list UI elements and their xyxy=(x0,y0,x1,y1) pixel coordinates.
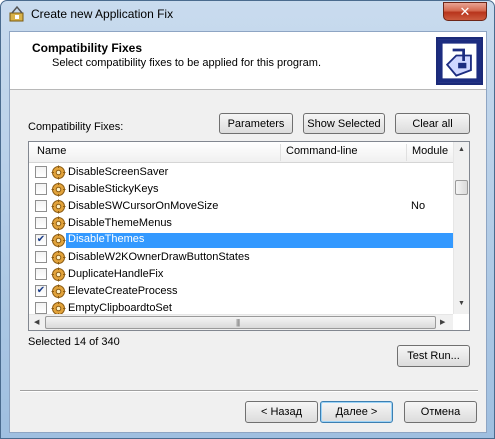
fix-name: ElevateCreateProcess xyxy=(68,285,178,297)
list-item[interactable]: DisableThemeMenus xyxy=(29,215,453,232)
page-subtitle: Select compatibility fixes to be applied… xyxy=(52,57,322,69)
list-item[interactable]: ✔ DisableThemes xyxy=(29,232,453,249)
compatibility-wizard-icon xyxy=(436,37,483,85)
page-title: Compatibility Fixes xyxy=(32,41,143,55)
grip-icon: ||| xyxy=(236,318,240,327)
list-item[interactable]: DuplicateHandleFix xyxy=(29,266,453,283)
fix-name: DuplicateHandleFix xyxy=(68,268,164,280)
gear-icon xyxy=(51,284,66,299)
vertical-scroll-thumb[interactable] xyxy=(455,180,468,195)
fix-checkbox[interactable] xyxy=(35,217,47,229)
parameters-button[interactable]: Parameters xyxy=(219,113,293,134)
list-item[interactable]: DisableScreenSaver xyxy=(29,164,453,181)
column-module[interactable]: Module xyxy=(412,145,448,157)
fix-name: DisableStickyKeys xyxy=(68,183,159,195)
window-title: Create new Application Fix xyxy=(31,7,174,21)
selection-count: Selected 14 of 340 xyxy=(28,336,120,348)
horizontal-scrollbar[interactable]: ◀ ||| ▶ xyxy=(29,314,453,330)
gear-icon xyxy=(51,267,66,282)
next-button[interactable]: Далее > xyxy=(320,401,393,423)
gear-icon xyxy=(51,216,66,231)
compatibility-fixes-label: Compatibility Fixes: xyxy=(28,121,124,133)
list-item[interactable]: DisableStickyKeys xyxy=(29,181,453,198)
close-button[interactable]: ✕ xyxy=(443,2,487,21)
gear-icon xyxy=(51,233,66,248)
fix-checkbox[interactable] xyxy=(35,251,47,263)
wizard-body: Compatibility Fixes Select compatibility… xyxy=(9,31,487,433)
back-button[interactable]: < Назад xyxy=(245,401,318,423)
fix-name: DisableScreenSaver xyxy=(68,166,169,178)
column-command-line[interactable]: Command-line xyxy=(286,145,358,157)
fixes-list[interactable]: Name Command-line Module DisableScreenSa… xyxy=(28,141,470,331)
scroll-right-icon[interactable]: ▶ xyxy=(440,318,445,326)
list-item[interactable]: DisableSWCursorOnMoveSize No xyxy=(29,198,453,215)
scroll-up-icon[interactable]: ▲ xyxy=(458,146,465,153)
fix-checkbox[interactable] xyxy=(35,268,47,280)
column-name[interactable]: Name xyxy=(37,145,66,157)
fix-checkbox[interactable] xyxy=(35,200,47,212)
dialog-window: Create new Application Fix ✕ Compatibili… xyxy=(0,0,495,439)
fix-module: No xyxy=(411,200,426,212)
cancel-button[interactable]: Отмена xyxy=(404,401,477,423)
horizontal-scroll-thumb[interactable]: ||| xyxy=(45,316,436,329)
fix-checkbox[interactable] xyxy=(35,183,47,195)
scroll-left-icon[interactable]: ◀ xyxy=(34,318,39,326)
gear-icon xyxy=(51,182,66,197)
list-item[interactable]: ✔ ElevateCreateProcess xyxy=(29,283,453,300)
fix-checkbox[interactable]: ✔ xyxy=(35,285,47,297)
fix-checkbox[interactable] xyxy=(35,166,47,178)
close-icon: ✕ xyxy=(459,3,471,19)
app-fix-icon xyxy=(9,5,24,22)
title-bar[interactable]: Create new Application Fix ✕ xyxy=(1,1,494,29)
gear-icon xyxy=(51,250,66,265)
test-run-button[interactable]: Test Run... xyxy=(397,345,470,367)
show-selected-button[interactable]: Show Selected xyxy=(303,113,385,134)
fix-checkbox[interactable] xyxy=(35,302,47,314)
gear-icon xyxy=(51,199,66,214)
fix-name: DisableThemes xyxy=(66,233,453,248)
list-header: Name Command-line Module xyxy=(29,142,453,163)
fix-name: DisableW2KOwnerDrawButtonStates xyxy=(68,251,250,263)
scroll-down-icon[interactable]: ▼ xyxy=(458,300,465,307)
vertical-scrollbar[interactable]: ▲ ▼ xyxy=(453,142,469,314)
footer-divider xyxy=(20,390,478,391)
fix-checkbox[interactable]: ✔ xyxy=(35,234,47,246)
list-item[interactable]: DisableW2KOwnerDrawButtonStates xyxy=(29,249,453,266)
wizard-header: Compatibility Fixes Select compatibility… xyxy=(10,32,486,90)
fix-name: EmptyClipboardtoSet xyxy=(68,302,172,314)
clear-all-button[interactable]: Clear all xyxy=(395,113,470,134)
gear-icon xyxy=(51,165,66,180)
fix-name: DisableSWCursorOnMoveSize xyxy=(68,200,219,212)
fix-name: DisableThemeMenus xyxy=(68,217,172,229)
